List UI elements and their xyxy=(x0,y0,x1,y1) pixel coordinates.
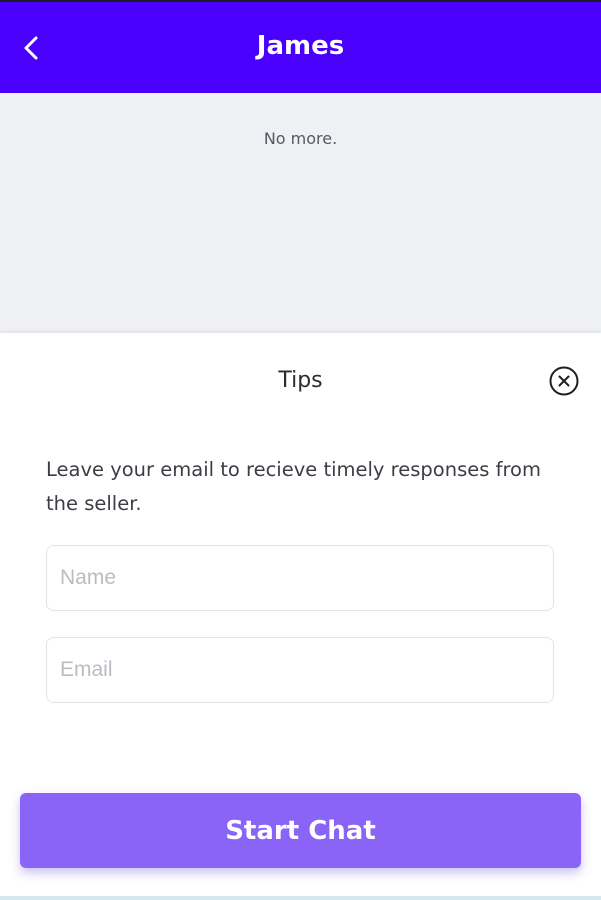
close-circle-icon xyxy=(549,366,579,396)
email-input[interactable] xyxy=(46,637,554,703)
message-history: No more. xyxy=(0,93,601,333)
name-input[interactable] xyxy=(46,545,554,611)
tips-dialog: Tips Leave your email to recieve timely … xyxy=(0,333,601,900)
chat-header: James xyxy=(0,0,601,93)
tips-message: Leave your email to recieve timely respo… xyxy=(46,458,541,515)
bottom-edge xyxy=(0,896,601,900)
close-button[interactable] xyxy=(549,366,579,396)
start-chat-button[interactable]: Start Chat xyxy=(20,793,581,868)
no-more-messages-label: No more. xyxy=(263,129,338,148)
tips-dialog-title: Tips xyxy=(278,368,323,393)
chat-screen: James No more. Tips Leave your email to … xyxy=(0,0,601,900)
chat-partner-name: James xyxy=(256,31,345,61)
